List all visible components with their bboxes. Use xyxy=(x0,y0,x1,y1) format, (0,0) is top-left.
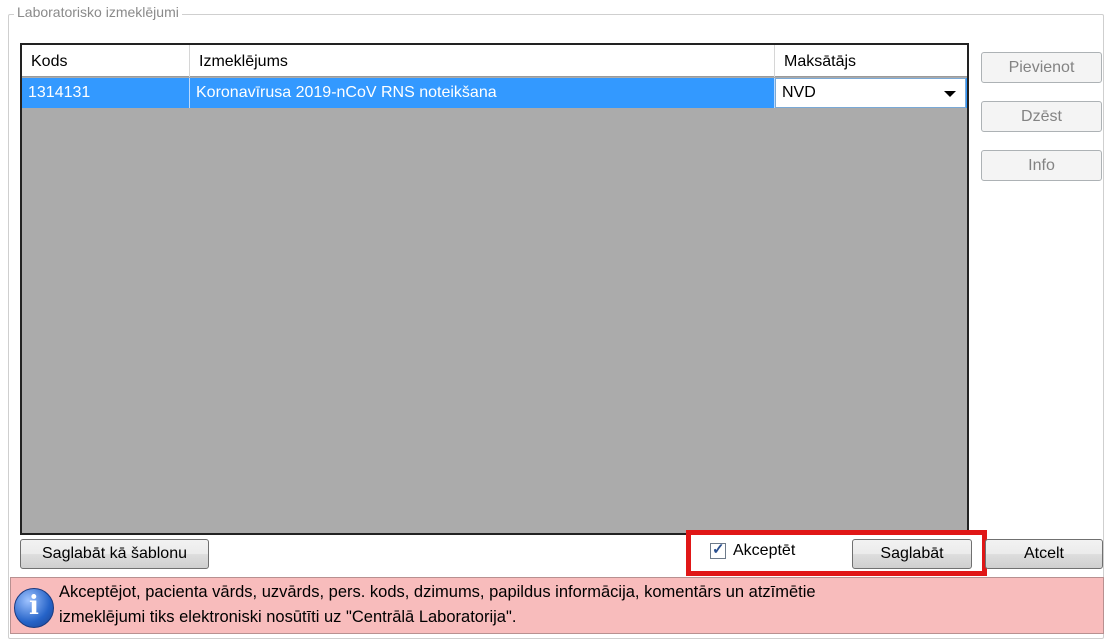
info-banner: i Akceptējot, pacienta vārds, uzvārds, p… xyxy=(10,577,1104,634)
column-header-payer[interactable]: Maksātājs xyxy=(775,45,967,77)
delete-button[interactable]: Dzēst xyxy=(981,101,1102,132)
cell-code[interactable]: 1314131 xyxy=(22,78,190,108)
lab-tests-grid[interactable]: Kods Izmeklējums Maksātājs 1314131 Koron… xyxy=(20,43,969,535)
grid-header: Kods Izmeklējums Maksātājs xyxy=(22,45,967,77)
column-header-code[interactable]: Kods xyxy=(22,45,190,77)
info-message-line-2: izmeklējumi tiks elektroniski nosūtīti u… xyxy=(59,608,517,626)
highlight-box xyxy=(686,530,987,576)
save-as-template-button[interactable]: Saglabāt kā šablonu xyxy=(20,539,209,569)
column-header-test[interactable]: Izmeklējums xyxy=(190,45,775,77)
info-message-line-1: Akceptējot, pacienta vārds, uzvārds, per… xyxy=(59,583,816,601)
info-icon: i xyxy=(14,588,54,628)
table-row[interactable]: 1314131 Koronavīrusa 2019-nCoV RNS notei… xyxy=(22,78,967,108)
chevron-down-icon[interactable] xyxy=(944,91,956,97)
groupbox-title: Laboratorisko izmeklējumi xyxy=(14,4,182,20)
payer-dropdown[interactable]: NVD xyxy=(775,78,966,108)
info-message: Akceptējot, pacienta vārds, uzvārds, per… xyxy=(59,580,1099,630)
cell-test-name[interactable]: Koronavīrusa 2019-nCoV RNS noteikšana xyxy=(190,78,775,108)
payer-dropdown-value: NVD xyxy=(782,84,816,101)
add-button[interactable]: Pievienot xyxy=(981,52,1102,83)
cancel-button[interactable]: Atcelt xyxy=(985,539,1103,569)
info-button[interactable]: Info xyxy=(981,150,1102,181)
